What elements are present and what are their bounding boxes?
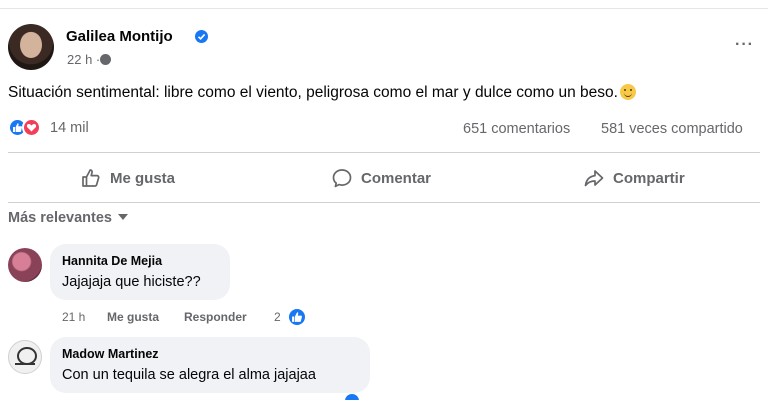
commenter-avatar[interactable]: [8, 340, 42, 374]
share-icon: [584, 170, 604, 187]
emoji-icon: [619, 84, 636, 100]
comment-author[interactable]: Hannita De Mejia: [62, 254, 162, 268]
post-text-content: Situación sentimental: libre como el vie…: [8, 84, 618, 101]
commenter-avatar[interactable]: [8, 248, 42, 282]
post-header: Galilea Montijo 22 h · ···: [8, 22, 760, 72]
comment-button-label: Comentar: [361, 169, 432, 187]
comment-count[interactable]: 651 comentarios: [463, 121, 570, 137]
like-button[interactable]: Me gusta: [80, 160, 175, 196]
share-button-label: Compartir: [613, 169, 685, 187]
comment-like-icon: [345, 394, 359, 400]
share-button[interactable]: Compartir: [583, 160, 685, 196]
like-button-label: Me gusta: [110, 169, 176, 187]
comment-author[interactable]: Madow Martinez: [62, 347, 159, 361]
post-time[interactable]: 22 h ·: [67, 52, 100, 67]
comment-bubble: Hannita De Mejia Jajajaja que hiciste??: [50, 244, 230, 300]
comment-sort-dropdown[interactable]: Más relevantes: [8, 210, 128, 226]
author-name[interactable]: Galilea Montijo: [66, 28, 173, 45]
sort-label: Más relevantes: [8, 210, 112, 226]
author-avatar[interactable]: [8, 24, 54, 70]
stats-divider: [8, 152, 760, 153]
caret-down-icon: [117, 214, 128, 220]
comment-reply-link[interactable]: Responder: [184, 310, 247, 324]
thumbs-up-icon: [82, 169, 100, 187]
verified-icon: [195, 30, 208, 43]
post-text: Situación sentimental: libre como el vie…: [8, 84, 636, 102]
actions-divider: [8, 202, 760, 203]
comment-like-icon: [287, 307, 307, 327]
love-react-icon: [22, 118, 41, 137]
more-options-icon[interactable]: ···: [735, 36, 754, 54]
comment-like-link[interactable]: Me gusta: [107, 310, 159, 324]
share-count[interactable]: 581 veces compartido: [601, 121, 743, 137]
comment-text: Con un tequila se alegra el alma jajajaa: [62, 367, 316, 383]
reaction-count: 14 mil: [50, 120, 89, 136]
top-divider: [0, 8, 768, 9]
comment-button[interactable]: Comentar: [331, 160, 431, 196]
comment-text: Jajajaja que hiciste??: [62, 274, 201, 290]
comment-reaction-count[interactable]: 2: [274, 310, 281, 324]
comment-bubble: Madow Martinez Con un tequila se alegra …: [50, 337, 370, 393]
comment-icon: [332, 169, 352, 188]
comment-time[interactable]: 21 h: [62, 310, 85, 324]
globe-icon: [100, 54, 111, 65]
